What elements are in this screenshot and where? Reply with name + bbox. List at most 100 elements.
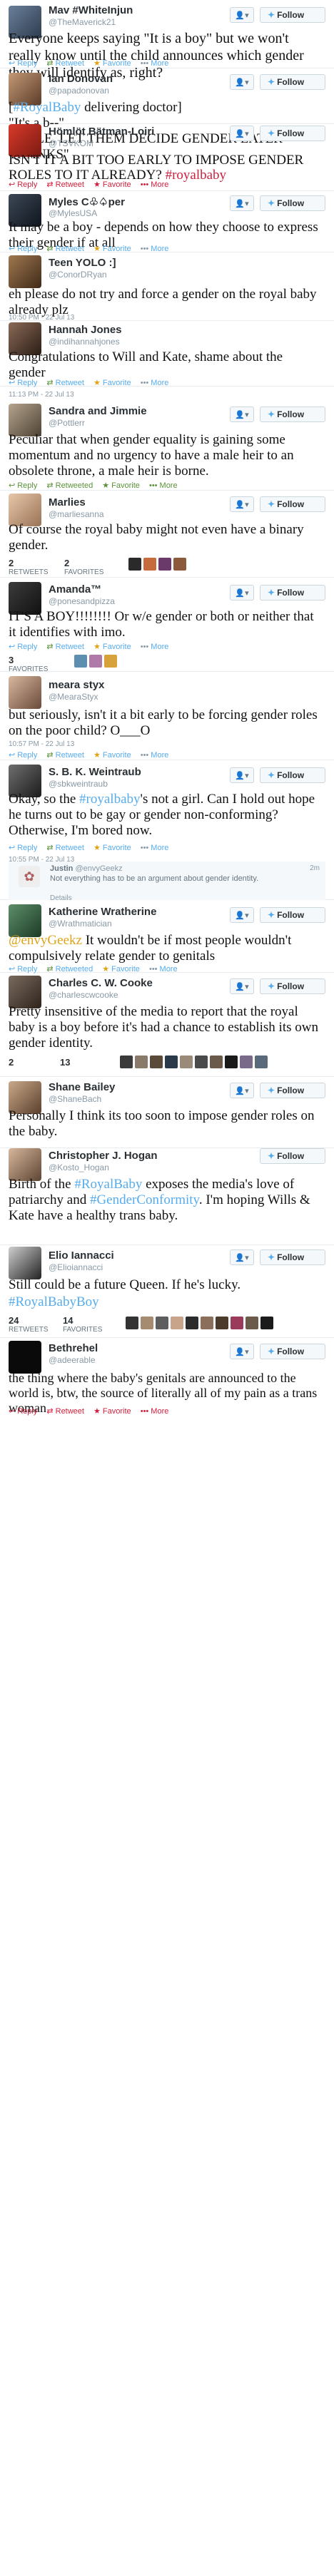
avatar[interactable]: [158, 558, 171, 571]
user-handle[interactable]: @marliesanna: [49, 509, 104, 519]
user-actions-button[interactable]: 👤▾: [230, 407, 254, 422]
user-actions-button[interactable]: 👤▾: [230, 195, 254, 211]
favorite-button[interactable]: ★ Favorite: [93, 379, 131, 387]
user-name[interactable]: Charles C. W. Cooke: [49, 977, 153, 989]
favorite-button[interactable]: ★ Favorite: [93, 180, 131, 189]
avatar[interactable]: [143, 558, 156, 571]
follow-button[interactable]: ✦ Follow: [260, 907, 325, 923]
user-actions-button[interactable]: 👤▾: [230, 1344, 254, 1359]
retweet-button[interactable]: ⇄ Retweet: [46, 59, 84, 68]
avatar[interactable]: [171, 1317, 183, 1329]
user-name[interactable]: S. B. K. Weintraub: [49, 766, 141, 778]
user-actions-button[interactable]: 👤▾: [230, 126, 254, 141]
retweet-count[interactable]: 2: [9, 1057, 14, 1068]
more-button[interactable]: ••• More: [141, 1407, 169, 1416]
user-actions-button[interactable]: 👤▾: [230, 585, 254, 600]
more-button[interactable]: ••• More: [141, 180, 169, 189]
user-name[interactable]: Shane Bailey: [49, 1081, 115, 1093]
follow-button[interactable]: ✦ Follow: [260, 126, 325, 141]
avatar[interactable]: [231, 1317, 243, 1329]
timestamp[interactable]: 11:13 PM - 22 Jul 13: [9, 391, 74, 399]
reply-button[interactable]: ↩ Reply: [9, 180, 37, 189]
avatar[interactable]: [150, 1056, 163, 1068]
retweet-button[interactable]: ⇄ Retweet: [46, 180, 84, 189]
reply-card[interactable]: ✿ Justin @envyGeekz 2m Not everything ha…: [9, 862, 325, 902]
favorite-button[interactable]: ★ Favorite: [93, 643, 131, 651]
follow-button[interactable]: ✦ Follow: [260, 585, 325, 600]
reply-button[interactable]: ↩ Reply: [9, 59, 37, 68]
user-handle[interactable]: @charlescwcooke: [49, 990, 118, 1000]
mention-link[interactable]: @envyGeekz: [9, 933, 82, 948]
user-handle[interactable]: @MylesUSA: [49, 208, 97, 218]
favorite-count[interactable]: 3 FAVORITES: [9, 655, 48, 673]
more-button[interactable]: ••• More: [141, 751, 169, 760]
user-handle[interactable]: @ShaneBach: [49, 1094, 101, 1104]
user-name[interactable]: meara styx: [49, 679, 104, 691]
avatar[interactable]: [89, 655, 102, 668]
follow-button[interactable]: ✦ Follow: [260, 74, 325, 90]
favorite-button[interactable]: ★ Favorite: [93, 751, 131, 760]
avatar[interactable]: [104, 655, 117, 668]
retweet-button[interactable]: ⇄ Retweet: [46, 1407, 84, 1416]
avatar[interactable]: [210, 1056, 223, 1068]
avatar[interactable]: [135, 1056, 148, 1068]
favorite-button[interactable]: ★ Favorite: [93, 1407, 131, 1416]
user-handle[interactable]: @TheMaverick21: [49, 17, 116, 27]
reply-button[interactable]: ↩ Reply: [9, 481, 37, 490]
user-handle[interactable]: @Kosto_Hogan: [49, 1162, 109, 1172]
user-name[interactable]: Hömlöt Bätman-Loiri: [49, 126, 154, 138]
user-name[interactable]: Myles C♧♤per: [49, 195, 125, 208]
avatar[interactable]: [246, 1317, 258, 1329]
avatar[interactable]: [9, 676, 41, 709]
user-name[interactable]: Bethrehel: [49, 1342, 98, 1354]
user-handle[interactable]: @MearaStyx: [49, 692, 98, 702]
follow-button[interactable]: ✦ Follow: [260, 1249, 325, 1265]
reply-time[interactable]: 2m: [310, 864, 320, 872]
avatar[interactable]: [216, 1317, 228, 1329]
more-button[interactable]: ••• More: [141, 844, 169, 852]
hashtag-link[interactable]: #RoyalBaby: [74, 1177, 142, 1192]
reply-button[interactable]: ↩ Reply: [9, 844, 37, 852]
user-actions-button[interactable]: 👤▾: [230, 767, 254, 783]
user-actions-button[interactable]: 👤▾: [230, 7, 254, 23]
user-handle[interactable]: @sbkweintraub: [49, 779, 108, 789]
retweet-button[interactable]: ⇄ Retweet: [46, 643, 84, 651]
follow-button[interactable]: ✦ Follow: [260, 7, 325, 23]
follow-button[interactable]: ✦ Follow: [260, 767, 325, 783]
user-name[interactable]: Mav #WhiteInjun: [49, 4, 133, 16]
avatar[interactable]: [9, 1247, 41, 1279]
avatar[interactable]: [120, 1056, 133, 1068]
more-button[interactable]: ••• More: [141, 379, 169, 387]
retweet-button[interactable]: ⇄ Retweet: [46, 379, 84, 387]
follow-button[interactable]: ✦ Follow: [260, 1148, 325, 1164]
hashtag-link[interactable]: #royalbaby: [79, 792, 140, 807]
user-name[interactable]: Sandra and Jimmie: [49, 405, 147, 417]
avatar[interactable]: [180, 1056, 193, 1068]
favorite-button[interactable]: ★ Favorite: [102, 481, 140, 490]
user-handle[interactable]: @Elioiannacci: [49, 1262, 103, 1272]
user-name[interactable]: Christopher J. Hogan: [49, 1150, 158, 1162]
user-actions-button[interactable]: 👤▾: [230, 907, 254, 923]
reply-button[interactable]: ↩ Reply: [9, 379, 37, 387]
avatar[interactable]: [225, 1056, 238, 1068]
avatar[interactable]: [74, 655, 87, 668]
user-name[interactable]: Hannah Jones: [49, 324, 122, 336]
avatar[interactable]: [201, 1317, 213, 1329]
avatar[interactable]: [126, 1317, 138, 1329]
user-name[interactable]: Marlies: [49, 496, 86, 508]
user-handle[interactable]: @papadonovan: [49, 86, 109, 96]
user-handle[interactable]: @Pottlerr: [49, 418, 85, 428]
retweet-count[interactable]: 24 RETWEETS: [9, 1315, 49, 1334]
favorite-count[interactable]: 14 FAVORITES: [63, 1315, 102, 1334]
timestamp[interactable]: 10:57 PM - 22 Jul 13: [9, 740, 74, 748]
follow-button[interactable]: ✦ Follow: [260, 1083, 325, 1098]
avatar[interactable]: [255, 1056, 268, 1068]
reply-button[interactable]: ↩ Reply: [9, 643, 37, 651]
avatar[interactable]: [195, 1056, 208, 1068]
user-handle[interactable]: @adeerable: [49, 1355, 96, 1365]
follow-button[interactable]: ✦ Follow: [260, 1344, 325, 1359]
user-actions-button[interactable]: 👤▾: [230, 978, 254, 994]
follow-button[interactable]: ✦ Follow: [260, 496, 325, 512]
favorite-button[interactable]: ★ Favorite: [93, 59, 131, 68]
avatar[interactable]: [173, 558, 186, 571]
